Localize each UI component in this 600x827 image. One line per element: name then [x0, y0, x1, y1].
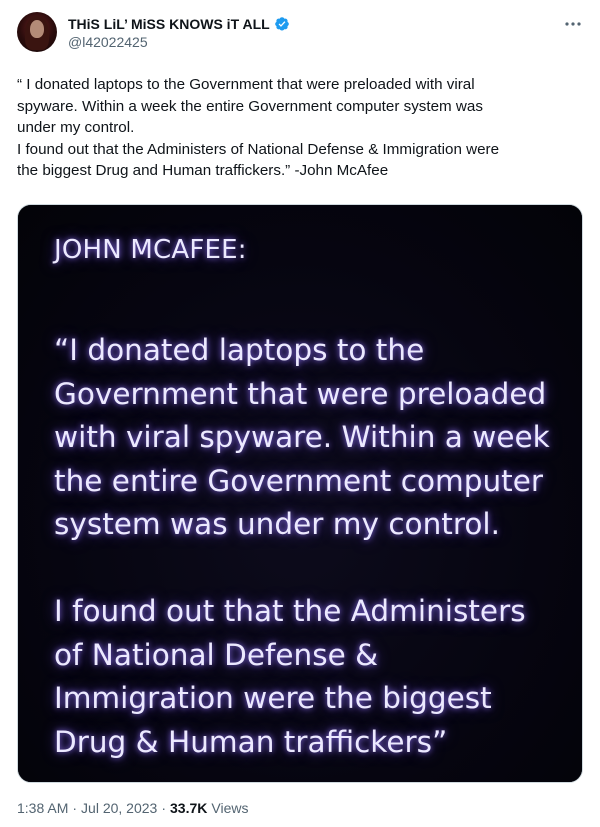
- author-handle[interactable]: @l42022425: [68, 34, 148, 50]
- display-name[interactable]: THiS LiL’ MiSS KNOWS iT ALL: [68, 16, 270, 32]
- meta-separator: ·: [161, 800, 167, 816]
- media-paragraph-1: “I donated laptops to the Government tha…: [54, 333, 550, 541]
- views-label: Views: [211, 800, 249, 816]
- media-paragraph-2: I found out that the Administers of Nati…: [54, 594, 526, 759]
- tweet-text: “ I donated laptops to the Government th…: [17, 76, 500, 179]
- meta-separator: ·: [72, 800, 78, 816]
- media-quote: “I donated laptops to the Government tha…: [54, 329, 574, 764]
- tweet-time[interactable]: 1:38 AM: [17, 800, 68, 816]
- media-title: JOHN MCAFEE:: [54, 235, 247, 265]
- tweet-date[interactable]: Jul 20, 2023: [81, 800, 157, 816]
- more-horizontal-icon[interactable]: [560, 14, 586, 34]
- tweet-media-image[interactable]: JOHN MCAFEE: “I donated laptops to the G…: [17, 204, 583, 783]
- author-name-row: THiS LiL’ MiSS KNOWS iT ALL: [68, 14, 290, 34]
- tweet: THiS LiL’ MiSS KNOWS iT ALL @l42022425 “…: [0, 0, 600, 827]
- avatar-face: [30, 20, 44, 38]
- avatar[interactable]: [17, 12, 57, 52]
- views-count[interactable]: 33.7K: [170, 800, 207, 816]
- tweet-meta: 1:38 AM · Jul 20, 2023 · 33.7K Views: [17, 800, 248, 816]
- verified-badge-icon[interactable]: [274, 16, 290, 32]
